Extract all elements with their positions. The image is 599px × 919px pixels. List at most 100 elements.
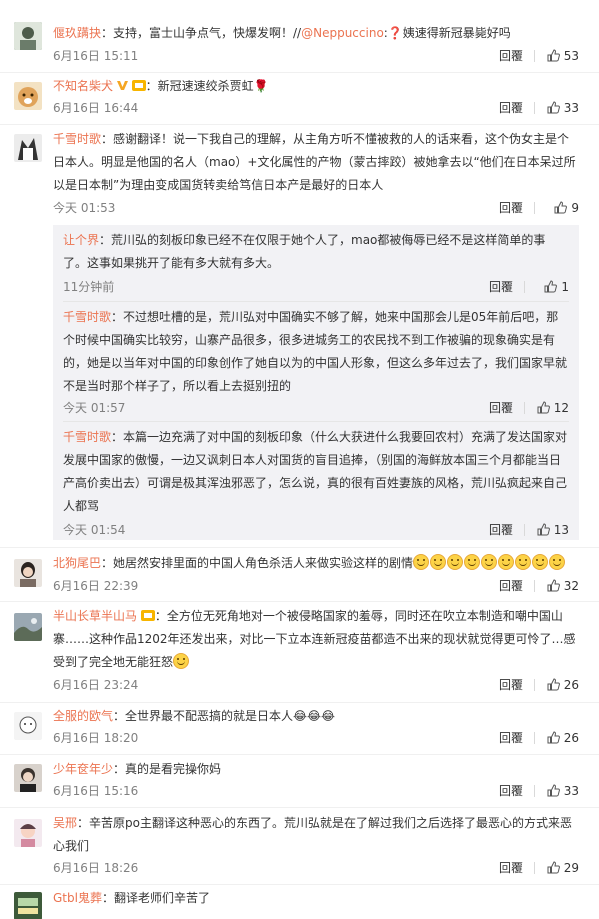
vip-badge-icon bbox=[140, 610, 155, 621]
reply-button[interactable]: 回覆 bbox=[499, 98, 523, 118]
like-button[interactable]: 12 bbox=[529, 398, 569, 418]
like-count: 33 bbox=[563, 101, 579, 115]
divider bbox=[534, 580, 535, 592]
like-button[interactable]: 32 bbox=[539, 576, 579, 596]
reply-button[interactable]: 回覆 bbox=[489, 520, 513, 540]
verified-v-icon bbox=[116, 81, 128, 90]
like-button[interactable]: 29 bbox=[539, 858, 579, 878]
divider bbox=[534, 785, 535, 797]
comment-meta: 今天 01:53 回覆 9 bbox=[53, 198, 579, 218]
reply-author[interactable]: 千雪时歌 bbox=[63, 430, 111, 444]
reply-author[interactable]: 千雪时歌 bbox=[63, 310, 111, 324]
reply-button[interactable]: 回覆 bbox=[499, 858, 523, 878]
smile-emoji-icon bbox=[532, 554, 549, 570]
like-button[interactable]: 53 bbox=[539, 46, 579, 66]
comment-text: ：全世界最不配恶搞的就是日本人😂😂😂 bbox=[113, 709, 336, 723]
avatar[interactable] bbox=[14, 82, 42, 110]
like-button[interactable]: 9 bbox=[539, 198, 579, 218]
reply-button[interactable]: 回覆 bbox=[499, 675, 523, 695]
reply-body: 千雪时歌：不过想吐槽的是，荒川弘对中国确实不够了解，她来中国那会儿是05年前后吧… bbox=[63, 306, 569, 398]
smile-emoji-icon bbox=[464, 554, 481, 570]
reply-author[interactable]: 让个界 bbox=[63, 233, 99, 247]
like-button[interactable]: 13 bbox=[529, 520, 569, 540]
crying-emoji-icon bbox=[173, 653, 190, 669]
like-count: 26 bbox=[563, 678, 579, 692]
like-button[interactable]: 26 bbox=[539, 728, 579, 748]
comment-body: 少年奁年少：真的是看完操你妈 bbox=[53, 758, 579, 781]
comment-time: 6月16日 22:39 bbox=[53, 579, 139, 593]
comment-meta: 6月16日 16:44 回覆 33 bbox=[53, 98, 579, 118]
mention-link[interactable]: @Neppuccino bbox=[301, 26, 384, 40]
comment-author[interactable]: 吴邢 bbox=[53, 816, 77, 830]
avatar[interactable] bbox=[14, 134, 42, 162]
comment-text-tail: :❓姨速得新冠暴毙好吗 bbox=[383, 26, 511, 40]
comment-text: ：感谢翻译！说一下我自己的理解，从主角方听不懂被救的人的话来看，这个伪女主是个日… bbox=[53, 132, 576, 192]
avatar[interactable] bbox=[14, 22, 42, 50]
avatar[interactable] bbox=[14, 819, 42, 847]
comment-author[interactable]: 千雪时歌 bbox=[53, 132, 101, 146]
comment-time: 6月16日 18:26 bbox=[53, 861, 139, 875]
reply-text: ：荒川弘的刻板印象已经不在仅限于她个人了，mao都被侮辱已经不是这样简单的事了。… bbox=[63, 233, 546, 270]
comment-feed: 偃玖蹒抉：支持，富士山争点气，快爆发啊！//@Neppuccino:❓姨速得新冠… bbox=[0, 0, 599, 919]
comment-author[interactable]: 少年奁年少 bbox=[53, 762, 113, 776]
reply-button[interactable]: 回覆 bbox=[489, 277, 513, 297]
comment-body: 千雪时歌：感谢翻译！说一下我自己的理解，从主角方听不懂被救的人的话来看，这个伪女… bbox=[53, 128, 579, 197]
like-button[interactable]: 33 bbox=[539, 781, 579, 801]
comment-author[interactable]: 半山长草半山马 bbox=[53, 609, 137, 623]
comment-meta: 6月16日 15:11 回覆 53 bbox=[53, 46, 579, 66]
comment-meta: 6月16日 15:16 回覆 33 bbox=[53, 781, 579, 801]
comment-item: 偃玖蹒抉：支持，富士山争点气，快爆发啊！//@Neppuccino:❓姨速得新冠… bbox=[0, 0, 599, 73]
comment-item: 吴邢：辛苦原po主翻译这种恶心的东西了。荒川弘就是在了解过我们之后选择了最恶心的… bbox=[0, 807, 599, 885]
avatar[interactable] bbox=[14, 892, 42, 919]
comment-time: 6月16日 15:11 bbox=[53, 49, 139, 63]
reply-button[interactable]: 回覆 bbox=[499, 781, 523, 801]
thumbs-up-icon bbox=[547, 678, 560, 691]
comment-body: 半山长草半山马 ：全方位无死角地对一个被侵略国家的羞辱，同时还在吹立本制造和嘲中… bbox=[53, 605, 579, 674]
reply-body: 让个界：荒川弘的刻板印象已经不在仅限于她个人了，mao都被侮辱已经不是这样简单的… bbox=[63, 229, 569, 275]
divider bbox=[534, 50, 535, 62]
reply-button[interactable]: 回覆 bbox=[499, 576, 523, 596]
divider bbox=[534, 679, 535, 691]
reply-body: 千雪时歌：本篇一边充满了对中国的刻板印象（什么大获进什么我要回农村）充满了发达国… bbox=[63, 426, 569, 518]
smile-emoji-icon bbox=[481, 554, 498, 570]
reply-time: 11分钟前 bbox=[63, 280, 115, 294]
like-button[interactable]: 26 bbox=[539, 675, 579, 695]
comment-author[interactable]: 偃玖蹒抉 bbox=[53, 26, 101, 40]
comment-author[interactable]: Gtbl鬼葬 bbox=[53, 891, 102, 905]
smile-emoji-icon bbox=[549, 554, 566, 570]
reply-time: 今天 01:54 bbox=[63, 523, 126, 537]
reply-button[interactable]: 回覆 bbox=[499, 198, 523, 218]
comment-author[interactable]: 北狗尾巴 bbox=[53, 556, 101, 570]
reply-text: ：本篇一边充满了对中国的刻板印象（什么大获进什么我要回农村）充满了发达国家对发展… bbox=[63, 430, 568, 513]
comment-item: Gtbl鬼葬：翻译老师们辛苦了 bbox=[0, 884, 599, 919]
vip-badge-icon bbox=[131, 80, 146, 91]
like-count: 53 bbox=[563, 49, 579, 63]
reply-button[interactable]: 回覆 bbox=[499, 46, 523, 66]
reply-button[interactable]: 回覆 bbox=[489, 398, 513, 418]
comment-meta: 6月16日 23:24 回覆 26 bbox=[53, 675, 579, 695]
reply-text: ：不过想吐槽的是，荒川弘对中国确实不够了解，她来中国那会儿是05年前后吧，那个时… bbox=[63, 310, 568, 393]
comment-meta: 6月16日 18:26 回覆 29 bbox=[53, 858, 579, 878]
like-button[interactable]: 1 bbox=[529, 277, 569, 297]
avatar[interactable] bbox=[14, 613, 42, 641]
comment-text: ：支持，富士山争点气，快爆发啊！// bbox=[101, 26, 302, 40]
like-button[interactable]: 33 bbox=[539, 98, 579, 118]
thumbs-up-icon bbox=[547, 101, 560, 114]
comment-time: 6月16日 23:24 bbox=[53, 678, 139, 692]
avatar[interactable] bbox=[14, 559, 42, 587]
comment-text: ：辛苦原po主翻译这种恶心的东西了。荒川弘就是在了解过我们之后选择了最恶心的方式… bbox=[53, 816, 572, 853]
divider bbox=[524, 402, 525, 414]
reply-item: 千雪时歌：不过想吐槽的是，荒川弘对中国确实不够了解，她来中国那会儿是05年前后吧… bbox=[63, 301, 569, 420]
avatar[interactable] bbox=[14, 712, 42, 740]
comment-author[interactable]: 不知名柴犬 bbox=[53, 79, 113, 93]
comment-author[interactable]: 全服的欧气 bbox=[53, 709, 113, 723]
avatar[interactable] bbox=[14, 764, 42, 792]
smile-emoji-icon bbox=[515, 554, 532, 570]
comment-time: 6月16日 16:44 bbox=[53, 101, 139, 115]
comment-item: 千雪时歌：感谢翻译！说一下我自己的理解，从主角方听不懂被救的人的话来看，这个伪女… bbox=[0, 124, 599, 548]
reply-time: 今天 01:57 bbox=[63, 401, 126, 415]
thumbs-up-icon bbox=[537, 401, 550, 414]
reply-meta: 今天 01:57 回覆 12 bbox=[63, 398, 569, 418]
reply-thread: 让个界：荒川弘的刻板印象已经不在仅限于她个人了，mao都被侮辱已经不是这样简单的… bbox=[53, 225, 579, 540]
reply-button[interactable]: 回覆 bbox=[499, 728, 523, 748]
